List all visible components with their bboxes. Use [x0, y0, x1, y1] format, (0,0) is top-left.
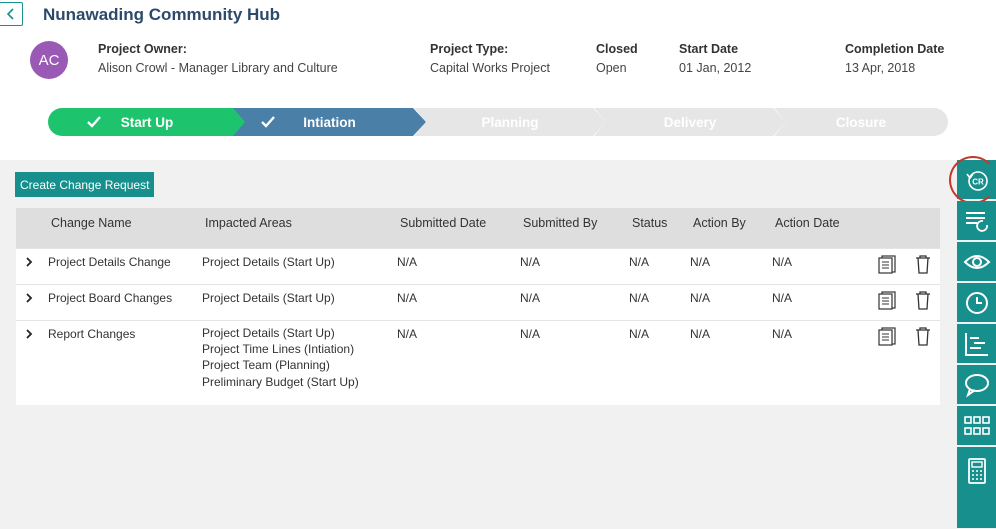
chevron-right-icon[interactable] — [25, 293, 33, 303]
col-submitted-date[interactable]: Submitted Date — [400, 216, 486, 230]
step-start-up[interactable]: Start Up — [48, 108, 246, 136]
active-highlight-ring — [949, 156, 996, 204]
list-refresh-icon — [965, 211, 988, 232]
submitted-date: N/A — [397, 291, 418, 305]
change-name: Project Board Changes — [48, 291, 173, 305]
impacted-area: Preliminary Budget (Start Up) — [202, 374, 359, 389]
list-refresh-button[interactable] — [957, 201, 996, 241]
step-label: Closure — [835, 114, 887, 130]
completion-date: Completion Date 13 Apr, 2018 — [845, 42, 944, 75]
status: N/A — [629, 255, 650, 269]
calculator-button[interactable] — [957, 447, 996, 529]
impacted-areas-list: Project Details (Start Up) Project Time … — [202, 325, 359, 390]
closed-label: Closed — [596, 42, 638, 56]
submitted-date: N/A — [397, 255, 418, 269]
right-toolbar: CR — [949, 156, 996, 529]
completion-label: Completion Date — [845, 42, 945, 56]
view-button[interactable] — [957, 242, 996, 282]
timeline-button[interactable] — [957, 324, 996, 364]
completion-value: 13 Apr, 2018 — [845, 61, 916, 75]
step-label: Planning — [481, 114, 539, 130]
impacted-area: Project Time Lines (Intiation) — [202, 342, 355, 357]
step-label: Start Up — [120, 114, 174, 130]
change-requests-table: Change Name Impacted Areas Submitted Dat… — [16, 208, 940, 405]
table-header: Change Name Impacted Areas Submitted Dat… — [16, 208, 940, 248]
action-date: N/A — [772, 255, 793, 269]
step-planning[interactable]: Planning — [414, 108, 606, 136]
start-value: 01 Jan, 2012 — [679, 61, 752, 75]
impacted-area: Project Team (Planning) — [202, 358, 330, 373]
chat-icon — [964, 373, 989, 398]
change-request-button[interactable]: CR — [949, 156, 996, 204]
document-icon[interactable] — [877, 326, 897, 346]
impacted-area: Project Details (Start Up) — [202, 326, 335, 340]
step-intiation[interactable]: Intiation — [233, 108, 426, 136]
page-title: Nunawading Community Hub — [43, 5, 281, 24]
document-icon[interactable] — [877, 290, 897, 310]
action-date: N/A — [772, 291, 793, 305]
trash-icon[interactable] — [915, 254, 931, 274]
owner-value: Alison Crowl - Manager Library and Cultu… — [98, 61, 338, 75]
gantt-icon — [964, 332, 988, 356]
action-by: N/A — [690, 327, 711, 341]
start-label: Start Date — [679, 42, 739, 56]
col-submitted-by[interactable]: Submitted By — [523, 216, 597, 230]
trash-icon[interactable] — [915, 290, 931, 310]
trash-icon[interactable] — [915, 326, 931, 346]
create-change-request-button[interactable]: Create Change Request — [15, 172, 155, 197]
col-change-name[interactable]: Change Name — [51, 216, 132, 230]
table-row[interactable]: Project Board Changes Project Details (S… — [16, 284, 940, 320]
col-impacted-areas[interactable]: Impacted Areas — [205, 216, 292, 230]
step-label: Intiation — [303, 114, 356, 130]
closed-value: Open — [596, 61, 627, 75]
check-icon — [86, 115, 101, 128]
table-row[interactable]: Project Details Change Project Details (… — [16, 248, 940, 284]
project-type: Project Type: Capital Works Project — [430, 42, 550, 75]
chevron-right-icon[interactable] — [25, 257, 33, 267]
submitted-date: N/A — [397, 327, 418, 341]
start-date: Start Date 01 Jan, 2012 — [679, 42, 751, 75]
step-delivery[interactable]: Delivery — [594, 108, 786, 136]
calculator-icon — [967, 458, 986, 484]
submitted-by: N/A — [520, 291, 541, 305]
action-date: N/A — [772, 327, 793, 341]
check-icon — [261, 115, 276, 128]
owner-label: Project Owner: — [98, 42, 187, 56]
submitted-by: N/A — [520, 255, 541, 269]
change-name: Report Changes — [48, 327, 136, 341]
document-icon[interactable] — [877, 254, 897, 274]
project-header: Nunawading Community Hub AC Project Owne… — [0, 0, 996, 160]
col-status[interactable]: Status — [632, 216, 667, 230]
project-closed: Closed Open — [596, 42, 638, 75]
change-name: Project Details Change — [48, 255, 171, 269]
comments-button[interactable] — [957, 365, 996, 405]
type-label: Project Type: — [430, 42, 509, 56]
avatar: AC — [30, 41, 68, 79]
action-by: N/A — [690, 255, 711, 269]
step-closure[interactable]: Closure — [774, 108, 948, 136]
history-button[interactable] — [957, 283, 996, 323]
grid-icon — [963, 415, 990, 435]
project-owner: Project Owner: Alison Crowl - Manager Li… — [98, 42, 338, 75]
phase-stepper: Start Up Intiation Planning Delivery Clo… — [48, 108, 948, 136]
col-action-by[interactable]: Action By — [693, 216, 746, 230]
status: N/A — [629, 291, 650, 305]
col-action-date[interactable]: Action Date — [775, 216, 840, 230]
apps-button[interactable] — [957, 406, 996, 446]
table-row[interactable]: Report Changes Project Details (Start Up… — [16, 320, 940, 405]
chevron-left-icon — [6, 8, 14, 20]
type-value: Capital Works Project — [430, 61, 550, 75]
clock-icon — [965, 291, 988, 314]
chevron-right-icon[interactable] — [25, 329, 33, 339]
eye-icon — [963, 254, 990, 269]
action-by: N/A — [690, 291, 711, 305]
status: N/A — [629, 327, 650, 341]
step-label: Delivery — [663, 114, 717, 130]
submitted-by: N/A — [520, 327, 541, 341]
impacted-area: Project Details (Start Up) — [202, 255, 335, 269]
back-button[interactable] — [0, 2, 23, 26]
impacted-area: Project Details (Start Up) — [202, 291, 335, 305]
